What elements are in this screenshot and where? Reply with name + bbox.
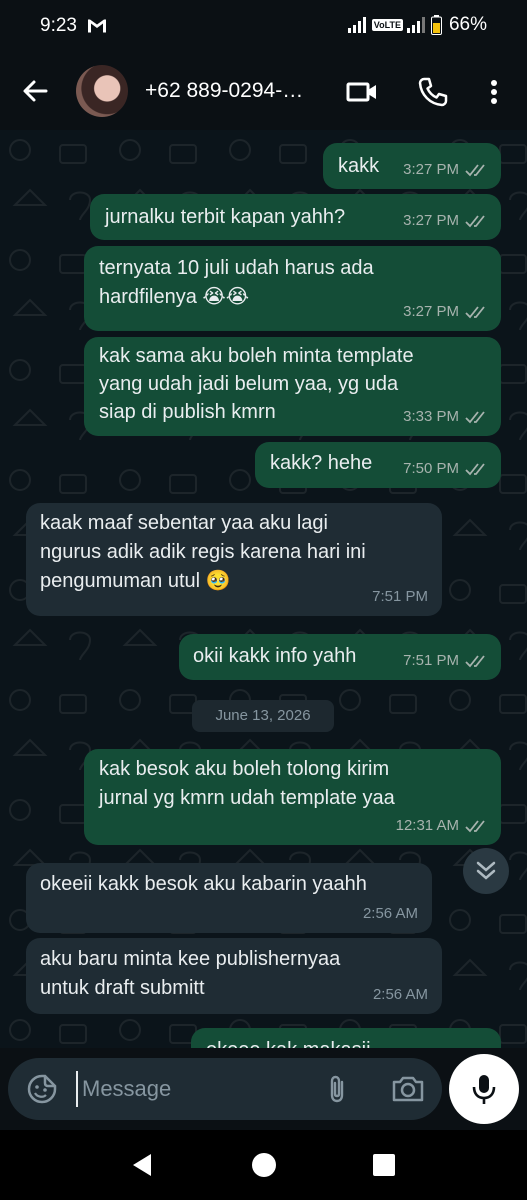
- message-bubble-outgoing[interactable]: kak sama aku boleh minta template yang u…: [84, 337, 501, 436]
- phone-icon[interactable]: [417, 76, 449, 108]
- chevrons-down-icon: [476, 861, 496, 880]
- nav-recents-icon[interactable]: [369, 1150, 399, 1180]
- chat-area[interactable]: kakk 3:27 PM jurnalku terbit kapan yahh?…: [0, 130, 527, 1048]
- nav-back-icon[interactable]: [128, 1150, 158, 1180]
- nav-home-icon[interactable]: [249, 1150, 279, 1180]
- scroll-to-bottom-button[interactable]: [463, 848, 509, 894]
- message-bubble-outgoing[interactable]: ternyata 10 juli udah harus ada hardfile…: [84, 246, 501, 331]
- read-receipt-icon: [465, 410, 485, 423]
- more-vertical-icon[interactable]: [478, 76, 510, 108]
- message-text: ternyata 10 juli udah harus ada hardfile…: [99, 257, 374, 308]
- read-receipt-icon: [465, 462, 485, 475]
- message-text: kakk? hehe: [270, 452, 373, 474]
- avatar[interactable]: [76, 65, 128, 117]
- read-receipt-icon: [465, 214, 485, 227]
- message-time: 2:56 AM: [362, 905, 418, 922]
- message-time: 3:27 PM: [403, 161, 459, 178]
- message-meta: 2:56 AM: [363, 899, 418, 928]
- message-bubble-outgoing[interactable]: kak besok aku boleh tolong kirim jurnal …: [84, 749, 501, 845]
- message-composer: [8, 1058, 442, 1120]
- message-text: kakk: [338, 155, 380, 177]
- message-bubble-outgoing[interactable]: okii kakk info yahh 7:51 PM: [179, 634, 501, 680]
- read-receipt-icon: [465, 163, 485, 176]
- message-time: 2:56 AM: [372, 986, 428, 1003]
- status-bar: 9:23 VoLTE 66%: [0, 0, 527, 52]
- message-meta: 2:56 AM: [373, 980, 428, 1009]
- video-call-icon[interactable]: [346, 76, 378, 108]
- paperclip-icon[interactable]: [321, 1073, 353, 1105]
- message-text: okeee kak makasii: [206, 1036, 371, 1048]
- message-time: 3:27 PM: [403, 303, 459, 320]
- message-input[interactable]: [76, 1071, 306, 1107]
- battery-icon: [430, 15, 442, 35]
- gmail-icon: [88, 19, 106, 33]
- message-bubble-incoming[interactable]: aku baru minta kee publishernyaa untuk d…: [26, 938, 442, 1014]
- message-text: okii kakk info yahh: [193, 645, 357, 667]
- message-bubble-outgoing[interactable]: kakk 3:27 PM: [323, 143, 501, 189]
- message-time: 7:50 PM: [403, 460, 459, 477]
- message-time: 3:27 PM: [403, 212, 459, 229]
- message-text: okeeii kakk besok aku kabarin yaahh: [40, 873, 367, 895]
- read-receipt-icon: [465, 819, 485, 832]
- message-time: 7:51 PM: [403, 652, 459, 669]
- read-receipt-icon: [465, 305, 485, 318]
- message-meta: 3:33 PM: [403, 402, 487, 431]
- system-navigation-bar: [0, 1130, 527, 1200]
- message-text: kak besok aku boleh tolong kirim jurnal …: [99, 758, 395, 809]
- message-time: 7:51 PM: [372, 588, 428, 605]
- sticker-icon[interactable]: [26, 1073, 58, 1105]
- message-text: aku baru minta kee publishernyaa untuk d…: [40, 948, 341, 999]
- status-indicators: VoLTE 66%: [347, 14, 487, 36]
- message-text: jurnalku terbit kapan yahh?: [105, 206, 346, 228]
- contact-name[interactable]: +62 889-0294-…: [145, 79, 303, 103]
- camera-icon[interactable]: [391, 1073, 425, 1105]
- message-meta: 3:27 PM: [403, 297, 487, 326]
- message-meta: 12:31 AM: [396, 811, 487, 840]
- message-meta: 7:50 PM: [403, 454, 487, 483]
- signal-icon: [347, 17, 366, 33]
- message-time: 12:31 AM: [395, 817, 459, 834]
- message-bubble-incoming[interactable]: okeeii kakk besok aku kabarin yaahh 2:56…: [26, 863, 432, 933]
- message-meta: 7:51 PM: [372, 582, 428, 611]
- message-meta: 3:27 PM: [403, 155, 487, 184]
- signal-icon-2: [406, 17, 425, 33]
- message-time: 3:33 PM: [403, 408, 459, 425]
- message-meta: 3:27 PM: [403, 206, 487, 235]
- status-time: 9:23: [40, 15, 77, 36]
- message-bubble-outgoing[interactable]: jurnalku terbit kapan yahh? 3:27 PM: [90, 194, 501, 240]
- microphone-icon: [472, 1075, 496, 1104]
- message-text: kaak maaf sebentar yaa aku lagi ngurus a…: [40, 512, 366, 592]
- date-separator: June 13, 2026: [192, 700, 334, 732]
- battery-percent: 66%: [448, 14, 487, 35]
- volte-badge: VoLTE: [371, 19, 403, 31]
- arrow-left-icon[interactable]: [18, 74, 52, 108]
- chat-header: +62 889-0294-…: [0, 52, 527, 130]
- message-bubble-outgoing[interactable]: okeee kak makasii: [191, 1028, 501, 1048]
- voice-message-button[interactable]: [449, 1054, 519, 1124]
- message-text: kak sama aku boleh minta template yang u…: [99, 345, 414, 423]
- message-meta: 7:51 PM: [403, 646, 487, 675]
- message-bubble-outgoing[interactable]: kakk? hehe 7:50 PM: [255, 442, 501, 488]
- read-receipt-icon: [465, 654, 485, 667]
- message-bubble-incoming[interactable]: kaak maaf sebentar yaa aku lagi ngurus a…: [26, 503, 442, 616]
